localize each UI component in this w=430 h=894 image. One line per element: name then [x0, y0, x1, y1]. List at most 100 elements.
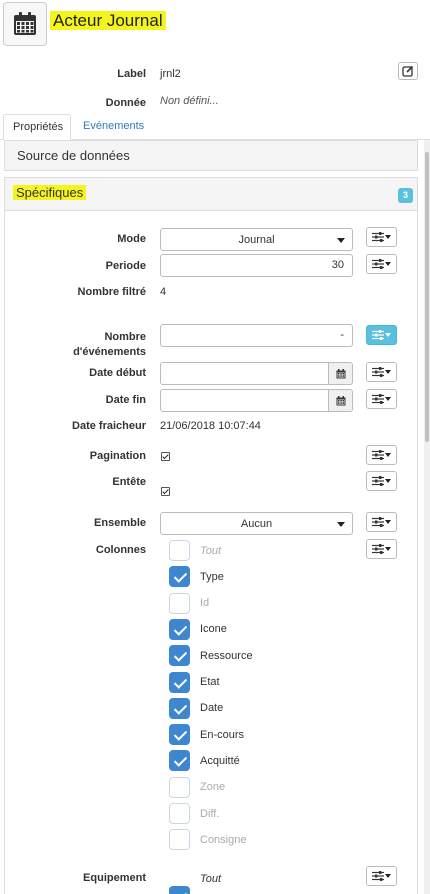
date-fin-options-button[interactable]: [366, 389, 397, 409]
sliders-icon: [372, 394, 384, 404]
ensemble-select[interactable]: Aucun: [160, 512, 353, 535]
colonne-option[interactable]: Consigne: [169, 829, 247, 851]
date-fin-label: Date fin: [105, 394, 146, 406]
colonne-label: Diff.: [200, 807, 220, 820]
entete-label: Entête: [112, 476, 146, 488]
sliders-icon: [372, 517, 384, 527]
ensemble-value: Aucun: [240, 517, 273, 530]
tab-properties[interactable]: Propriétés: [3, 114, 71, 140]
mode-label: Mode: [117, 233, 146, 245]
nombre-evenements-options-button[interactable]: [366, 325, 397, 345]
entete-checkbox[interactable]: [161, 487, 170, 496]
edit-icon: [402, 65, 414, 77]
colonne-checkbox[interactable]: [169, 829, 190, 851]
date-debut-options-button[interactable]: [366, 362, 397, 382]
nombre-filtre-value: 4: [160, 286, 167, 298]
colonne-checkbox[interactable]: [169, 671, 190, 693]
pagination-checkbox[interactable]: [161, 452, 170, 461]
colonne-option[interactable]: Diff.: [169, 803, 219, 824]
colonne-label: Consigne: [200, 833, 247, 846]
chevron-down-icon: [385, 397, 391, 401]
equipement-value: Tout: [200, 873, 222, 885]
section-specifics-title: Spécifiques: [13, 185, 87, 200]
colonne-option[interactable]: Date: [169, 697, 224, 719]
mode-select[interactable]: Journal: [160, 228, 353, 251]
entete-options-button[interactable]: [366, 471, 397, 491]
colonne-checkbox[interactable]: [169, 803, 190, 824]
chevron-down-icon: [385, 333, 391, 337]
ensemble-options-button[interactable]: [366, 512, 397, 532]
colonne-label: Date: [200, 702, 224, 715]
mode-options-button[interactable]: [366, 227, 397, 247]
sliders-icon: [372, 544, 384, 554]
equipement-options-button[interactable]: [366, 866, 397, 886]
colonne-label: Ressource: [200, 649, 253, 662]
tab-events[interactable]: Evénements: [74, 114, 153, 140]
chevron-down-icon: [385, 479, 391, 483]
chevron-down-icon: [385, 547, 391, 551]
sliders-icon: [372, 259, 384, 269]
colonne-label: Type: [200, 570, 224, 583]
section-specifics[interactable]: Spécifiques 3: [4, 177, 418, 211]
pagination-label: Pagination: [89, 450, 146, 462]
colonne-option[interactable]: Type: [169, 566, 224, 588]
calendar-icon: [3, 2, 47, 46]
colonne-label: Etat: [200, 676, 220, 688]
sliders-icon: [372, 367, 384, 377]
colonne-option[interactable]: Id: [169, 592, 209, 614]
nombre-evenements-input[interactable]: -: [160, 324, 353, 347]
colonne-option[interactable]: Acquitté: [169, 750, 240, 772]
chevron-down-icon: [385, 874, 391, 878]
date-debut-label: Date début: [89, 367, 146, 379]
colonne-option[interactable]: Zone: [169, 776, 226, 798]
sliders-icon: [372, 232, 384, 242]
colonne-checkbox[interactable]: [169, 618, 190, 640]
periode-label: Periode: [105, 260, 146, 272]
sliders-icon: [372, 450, 384, 460]
colonne-checkbox[interactable]: [169, 540, 190, 561]
colonne-label: Tout: [200, 544, 222, 557]
chevron-down-icon: [385, 370, 391, 374]
colonne-label: Icone: [200, 623, 227, 636]
calendar-icon[interactable]: [328, 363, 352, 384]
scrollbar-thumb[interactable]: [425, 152, 429, 442]
periode-input[interactable]: 30: [160, 254, 353, 277]
colonne-checkbox[interactable]: [169, 645, 190, 667]
page-title: Acteur Journal: [50, 10, 166, 32]
colonne-option[interactable]: Ressource: [169, 645, 253, 667]
specifics-count-badge: 3: [398, 188, 414, 203]
colonne-checkbox[interactable]: [169, 724, 190, 746]
label-label: Label: [117, 68, 146, 80]
mode-value: Journal: [238, 233, 275, 246]
date-fraicheur-value: 21/06/2018 10:07:44: [160, 420, 261, 432]
donnee-value[interactable]: Non défini...: [160, 95, 219, 107]
section-source[interactable]: Source de données: [4, 140, 418, 171]
equipement-checkbox[interactable]: [169, 886, 190, 894]
equipement-label: Equipement: [83, 872, 146, 884]
pagination-options-button[interactable]: [366, 445, 397, 465]
chevron-down-icon: [385, 453, 391, 457]
chevron-down-icon: [385, 235, 391, 239]
date-fin-input[interactable]: [160, 389, 353, 412]
colonnes-options-button[interactable]: [366, 539, 397, 559]
colonne-checkbox[interactable]: [169, 776, 190, 798]
colonne-label: En-cours: [200, 728, 245, 741]
sliders-icon: [372, 871, 384, 881]
colonne-option[interactable]: Etat: [169, 671, 220, 693]
colonne-option[interactable]: Tout: [169, 540, 221, 561]
sliders-icon: [372, 330, 384, 340]
colonne-option[interactable]: En-cours: [169, 724, 245, 746]
calendar-icon[interactable]: [328, 390, 352, 411]
colonne-label: Zone: [200, 781, 226, 794]
periode-options-button[interactable]: [366, 254, 397, 274]
donnee-label: Donnée: [105, 97, 146, 109]
colonne-option[interactable]: Icone: [169, 618, 227, 640]
colonne-checkbox[interactable]: [169, 697, 190, 719]
date-debut-input[interactable]: [160, 362, 353, 385]
colonne-checkbox[interactable]: [169, 750, 190, 772]
chevron-down-icon: [385, 520, 391, 524]
colonne-checkbox[interactable]: [169, 592, 190, 614]
chevron-down-icon: [385, 262, 391, 266]
colonne-checkbox[interactable]: [169, 566, 190, 588]
edit-label-button[interactable]: [398, 62, 418, 80]
